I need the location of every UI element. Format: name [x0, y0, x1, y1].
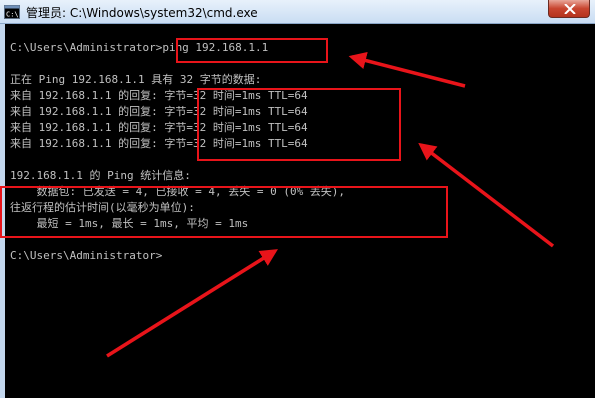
arrow-to-replies	[418, 142, 555, 248]
arrow-to-command	[348, 52, 466, 88]
arrow-to-stats	[106, 249, 278, 358]
annotation-arrows	[106, 52, 555, 358]
